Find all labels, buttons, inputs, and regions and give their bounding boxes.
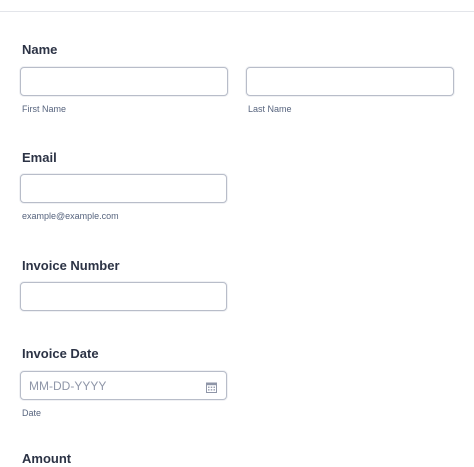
invoice-number-label: Invoice Number bbox=[22, 258, 120, 273]
email-input[interactable] bbox=[20, 174, 227, 203]
amount-label: Amount bbox=[22, 451, 72, 466]
invoice-date-label: Invoice Date bbox=[22, 346, 99, 361]
invoice-number-input[interactable] bbox=[20, 282, 227, 311]
email-sublabel: example@example.com bbox=[22, 211, 119, 221]
first-name-sublabel: First Name bbox=[22, 104, 67, 114]
invoice-date-field bbox=[20, 371, 227, 400]
invoice-date-input[interactable] bbox=[21, 372, 201, 399]
top-divider bbox=[0, 11, 474, 12]
last-name-sublabel: Last Name bbox=[248, 104, 292, 114]
calendar-icon[interactable] bbox=[206, 380, 217, 393]
email-label: Email bbox=[22, 150, 57, 165]
invoice-date-sublabel: Date bbox=[22, 408, 42, 418]
first-name-input[interactable] bbox=[20, 67, 228, 96]
name-label: Name bbox=[22, 42, 58, 57]
last-name-input[interactable] bbox=[246, 67, 454, 96]
